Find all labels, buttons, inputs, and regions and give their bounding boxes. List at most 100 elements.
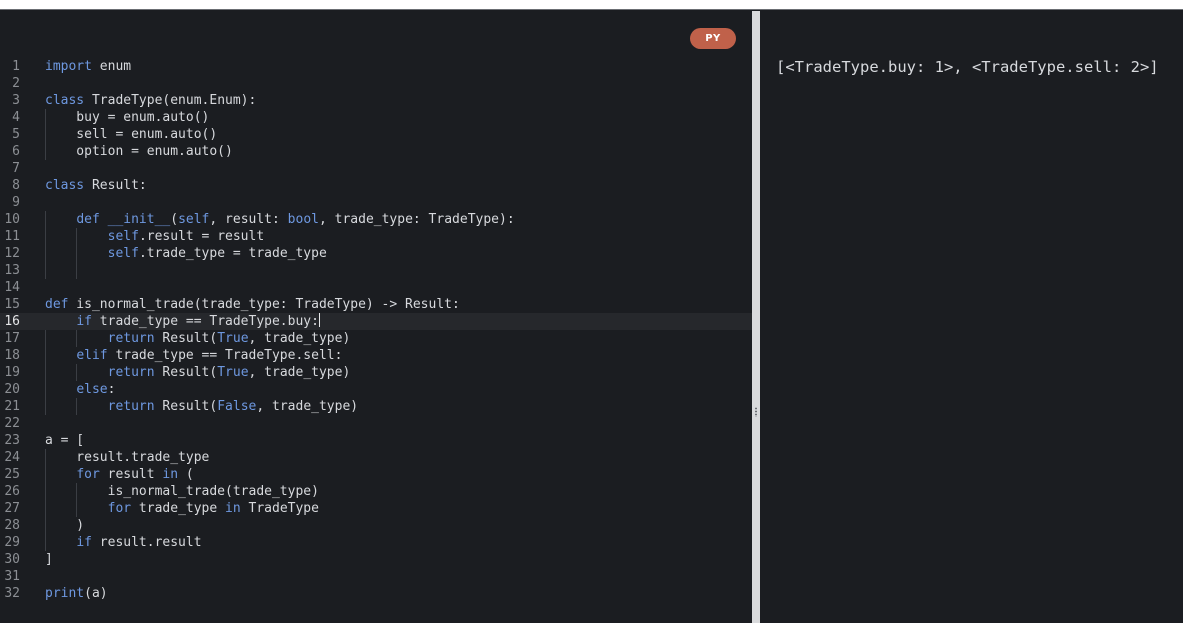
code-line[interactable]: 20 else: bbox=[0, 381, 752, 398]
line-number: 27 bbox=[4, 501, 20, 516]
code-line[interactable]: 25 for result in ( bbox=[0, 466, 752, 483]
keyword-token: True bbox=[217, 331, 249, 346]
code-text[interactable]: is_normal_trade(trade_type) bbox=[45, 483, 319, 500]
code-line[interactable]: 9 bbox=[0, 194, 752, 211]
code-line[interactable]: 11 self.result = result bbox=[0, 228, 752, 245]
code-text[interactable]: elif trade_type == TradeType.sell: bbox=[45, 347, 342, 364]
code-line[interactable]: 26 is_normal_trade(trade_type) bbox=[0, 483, 752, 500]
code-text[interactable]: ) bbox=[45, 517, 84, 534]
code-token: ] bbox=[45, 552, 53, 567]
line-number: 13 bbox=[4, 263, 20, 278]
keyword-token: False bbox=[217, 399, 257, 414]
code-line[interactable]: 23 a = [ bbox=[0, 432, 752, 449]
code-text[interactable]: if result.result bbox=[45, 534, 202, 551]
code-line[interactable]: 15 def is_normal_trade(trade_type: TradeT… bbox=[0, 296, 752, 313]
keyword-token: class bbox=[45, 178, 85, 193]
code-text[interactable]: self.result = result bbox=[45, 228, 265, 245]
code-text[interactable]: self.trade_type = trade_type bbox=[45, 245, 327, 262]
language-badge[interactable]: PY bbox=[690, 28, 736, 49]
keyword-token: for bbox=[107, 501, 132, 516]
code-line[interactable]: 14 bbox=[0, 279, 752, 296]
code-line[interactable]: 4 buy = enum.auto() bbox=[0, 109, 752, 126]
line-number: 26 bbox=[4, 484, 20, 499]
code-text[interactable]: for trade_type in TradeType bbox=[45, 500, 319, 517]
keyword-token: class bbox=[45, 93, 85, 108]
code-line[interactable]: 28 ) bbox=[0, 517, 752, 534]
code-line[interactable]: 16 if trade_type == TradeType.buy: bbox=[0, 313, 752, 330]
code-text[interactable]: return Result(True, trade_type) bbox=[45, 330, 351, 347]
code-token: ) bbox=[45, 518, 85, 533]
code-text[interactable]: if trade_type == TradeType.buy: bbox=[45, 313, 320, 330]
code-text[interactable]: print(a) bbox=[45, 585, 108, 602]
code-line[interactable]: 3 class TradeType(enum.Enum): bbox=[0, 92, 752, 109]
line-number: 25 bbox=[4, 467, 20, 482]
line-number: 15 bbox=[4, 297, 20, 312]
code-text[interactable]: return Result(True, trade_type) bbox=[45, 364, 351, 381]
line-number: 12 bbox=[4, 246, 20, 261]
code-line[interactable]: 17 return Result(True, trade_type) bbox=[0, 330, 752, 347]
code-text[interactable]: sell = enum.auto() bbox=[45, 126, 217, 143]
code-line[interactable]: 24 result.trade_type bbox=[0, 449, 752, 466]
code-line[interactable]: 27 for trade_type in TradeType bbox=[0, 500, 752, 517]
keyword-token: return bbox=[107, 399, 155, 414]
code-line[interactable]: 19 return Result(True, trade_type) bbox=[0, 364, 752, 381]
line-number: 2 bbox=[12, 76, 20, 91]
code-token: result.trade_type bbox=[45, 450, 210, 465]
code-line[interactable]: 13 bbox=[0, 262, 752, 279]
code-token: result.result bbox=[91, 535, 202, 550]
code-line[interactable]: 12 self.trade_type = trade_type bbox=[0, 245, 752, 262]
line-number: 30 bbox=[4, 552, 20, 567]
code-text[interactable]: result.trade_type bbox=[45, 449, 209, 466]
code-text[interactable]: option = enum.auto() bbox=[45, 143, 233, 160]
code-token: , result: bbox=[209, 212, 288, 227]
code-text[interactable]: buy = enum.auto() bbox=[45, 109, 209, 126]
code-text[interactable]: return Result(False, trade_type) bbox=[45, 398, 358, 415]
code-line[interactable]: 21 return Result(False, trade_type) bbox=[0, 398, 752, 415]
code-line[interactable]: 7 bbox=[0, 160, 752, 177]
code-line[interactable]: 5 sell = enum.auto() bbox=[0, 126, 752, 143]
code-token: is_normal_trade(trade_type: TradeType) -… bbox=[68, 297, 460, 312]
code-token: result bbox=[99, 467, 163, 482]
keyword-token: elif bbox=[76, 348, 108, 363]
code-line[interactable]: 1 import enum bbox=[0, 58, 752, 75]
keyword-token: else bbox=[76, 382, 108, 397]
code-token: trade_type == TradeType.buy: bbox=[91, 314, 319, 329]
code-line[interactable]: 8 class Result: bbox=[0, 177, 752, 194]
code-text[interactable]: class TradeType(enum.Enum): bbox=[45, 92, 256, 109]
code-text[interactable]: class Result: bbox=[45, 177, 147, 194]
code-line[interactable]: 29 if result.result bbox=[0, 534, 752, 551]
code-line[interactable]: 32 print(a) bbox=[0, 585, 752, 602]
keyword-token: print bbox=[45, 586, 85, 601]
splitter-grip-icon[interactable] bbox=[755, 407, 757, 417]
code-text[interactable]: import enum bbox=[45, 58, 131, 75]
code-line[interactable]: 2 bbox=[0, 75, 752, 92]
keyword-token: self bbox=[178, 212, 210, 227]
code-editor[interactable]: PY 1 import enum 2 3 class TradeType(enum.En… bbox=[0, 11, 752, 623]
code-text[interactable]: ] bbox=[45, 551, 53, 568]
code-line[interactable]: 31 bbox=[0, 568, 752, 585]
text-cursor bbox=[318, 313, 320, 327]
line-number: 18 bbox=[4, 348, 20, 363]
code-text[interactable]: def __init__(self, result: bool, trade_t… bbox=[45, 211, 514, 228]
code-text[interactable]: for result in ( bbox=[45, 466, 193, 483]
keyword-token: in bbox=[162, 467, 179, 482]
line-number: 24 bbox=[4, 450, 20, 465]
code-lines[interactable]: 1 import enum 2 3 class TradeType(enum.Enum)… bbox=[0, 58, 752, 602]
pane-splitter[interactable] bbox=[752, 11, 760, 623]
code-token: Result( bbox=[154, 399, 218, 414]
code-text[interactable]: a = [ bbox=[45, 432, 84, 449]
code-line[interactable]: 18 elif trade_type == TradeType.sell: bbox=[0, 347, 752, 364]
code-text[interactable]: def is_normal_trade(trade_type: TradeTyp… bbox=[45, 296, 460, 313]
code-line[interactable]: 30] bbox=[0, 551, 752, 568]
line-number: 9 bbox=[12, 195, 20, 210]
code-text[interactable]: else: bbox=[45, 381, 115, 398]
code-line[interactable]: 6 option = enum.auto() bbox=[0, 143, 752, 160]
code-line[interactable]: 10 def __init__(self, result: bool, trad… bbox=[0, 211, 752, 228]
code-line[interactable]: 22 bbox=[0, 415, 752, 432]
